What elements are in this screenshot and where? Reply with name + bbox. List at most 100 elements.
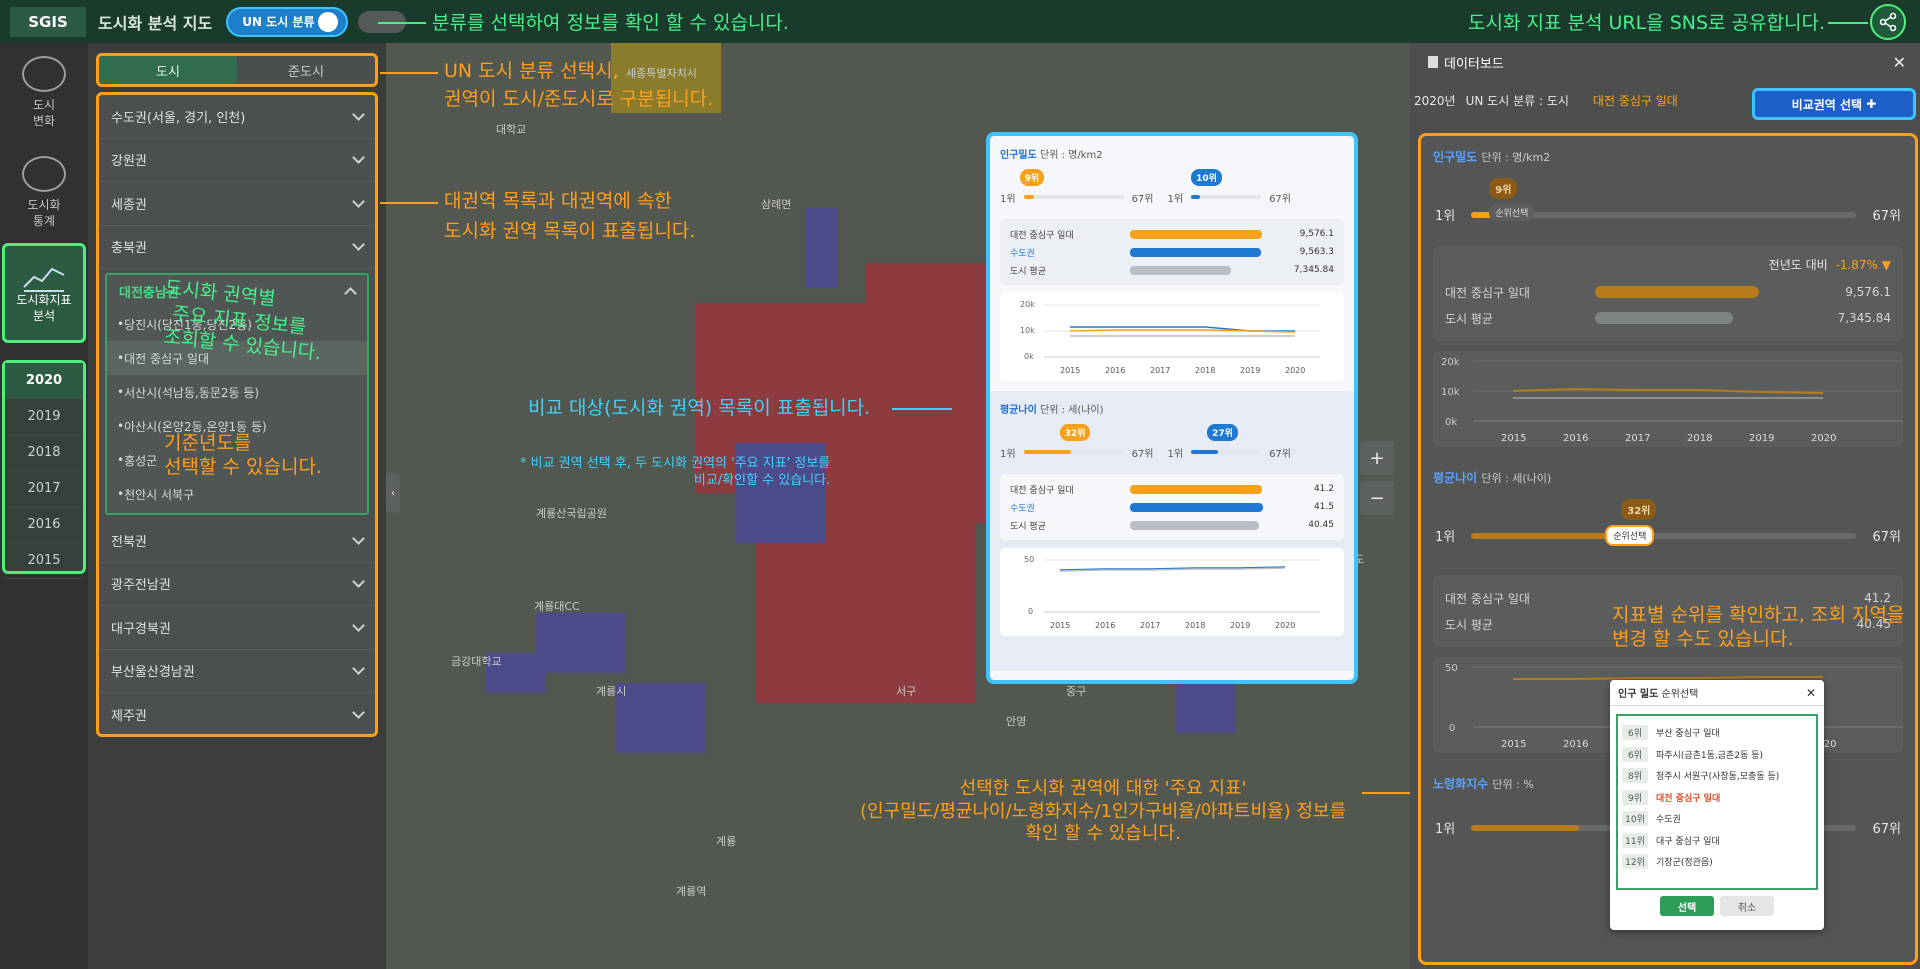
nav-label: 도시화지표 <box>16 293 72 308</box>
sub-region-item[interactable]: • 천안시 서북구 <box>107 477 367 511</box>
year-option[interactable]: 2016 <box>5 507 83 543</box>
rank-list-item[interactable]: 10위 수도권 <box>1622 808 1812 830</box>
arrow-line <box>378 22 426 24</box>
year-option[interactable]: 2018 <box>5 435 83 471</box>
popup-header: 인구 밀도 순위선택 ✕ <box>1610 680 1824 706</box>
app-title: 도시화 분석 지도 <box>98 13 213 33</box>
rank-min: 1위 <box>1167 193 1184 205</box>
row-name: 도시 평균 <box>1010 521 1046 532</box>
region-item[interactable]: 수도권(서울, 경기, 인천) <box>99 95 375 139</box>
region-item[interactable]: 광주전남권 <box>99 563 375 606</box>
compare-region-button[interactable]: 비교권역 선택 ✚ <box>1752 88 1916 120</box>
rank-slider[interactable]: 32위 순위선택 <box>1471 498 1857 546</box>
share-button[interactable] <box>1870 4 1906 40</box>
annotation-regions-1: 대권역 목록과 대권역에 속한 <box>444 190 672 212</box>
region-item[interactable]: 세종권 <box>99 182 375 226</box>
region-item[interactable]: 전북권 <box>99 519 375 563</box>
region-label: 대구경북권 <box>111 621 171 637</box>
year-option[interactable]: 2020 <box>5 363 83 399</box>
row-bar <box>1130 502 1263 512</box>
nav-urban-index-analysis[interactable]: 도시화지표 분석 <box>2 243 86 343</box>
annotation-line: * 비교 권역 선택 후, 두 도시화 권역의 '주요 지표' 정보를 <box>520 456 831 471</box>
un-classification-toggle[interactable]: UN 도시 분류 <box>226 6 349 37</box>
region-item[interactable]: 제주권 <box>99 693 375 734</box>
arrow-line <box>1828 22 1868 24</box>
close-icon[interactable]: ✕ <box>1893 53 1906 72</box>
nav-city-change[interactable]: 도시 변화 <box>0 43 88 143</box>
indicator-name: 인구밀도 <box>1433 150 1478 164</box>
y-tick: 20k <box>1441 357 1460 368</box>
region-label: 강원권 <box>111 154 147 170</box>
rank-number: 6위 <box>1622 746 1648 762</box>
sgis-logo[interactable]: SGIS <box>10 6 86 37</box>
y-tick: 0k <box>1024 352 1034 361</box>
year-option[interactable]: 2017 <box>5 471 83 507</box>
rank-badge: 10위 <box>1191 169 1222 186</box>
region-item[interactable]: 충북권 <box>99 226 375 269</box>
rank-list-item[interactable]: 11위 대구 중심구 일대 <box>1622 830 1812 852</box>
rank-max: 67위 <box>1872 209 1901 224</box>
rank-list-item[interactable]: 6위 부산 중심구 일대 <box>1622 722 1812 744</box>
region-label: 전북권 <box>111 534 147 550</box>
year-option[interactable]: 2019 <box>5 399 83 435</box>
rank-region: 대구 중심구 일대 <box>1656 836 1720 847</box>
row-bar <box>1130 484 1262 494</box>
rank-select-button[interactable]: 순위선택 <box>1605 524 1655 546</box>
row-name: 대전 중심구 일대 <box>1445 591 1530 606</box>
rank-list-item[interactable]: 8위 청주시 서원구(사창동,모충동 등) <box>1622 765 1812 787</box>
un-toggle-label: UN 도시 분류 <box>242 15 315 29</box>
x-tick: 2015 <box>1501 433 1526 444</box>
rank-slider[interactable]: 10위 <box>1191 169 1262 199</box>
row-value: 41.5 <box>1313 502 1334 512</box>
rank-list-item-current[interactable]: 9위 대전 중심구 일대 <box>1622 787 1812 809</box>
arrow-line <box>380 202 438 204</box>
region-item[interactable]: 부산울산경남권 <box>99 650 375 693</box>
compare-region-popup: 인구밀도 단위 : 명/km2 1위 9위 67위 1위 10위 67위 대전 … <box>986 132 1358 684</box>
data-board-header: 데이터보드 <box>1410 43 1920 81</box>
rank-slider[interactable]: 32위 <box>1023 424 1124 454</box>
region-item[interactable]: 강원권 <box>99 139 375 182</box>
row-name: 대전 중심구 일대 <box>1445 285 1530 300</box>
region-label: 제주권 <box>111 708 147 724</box>
compare-row: 도시 평균 40.45 <box>1010 516 1334 534</box>
region-item[interactable]: 대구경북권 <box>99 606 375 650</box>
collapse-panel-button[interactable]: ‹ <box>386 473 400 513</box>
zoom-out-button[interactable]: − <box>1360 481 1394 515</box>
y-tick: 0k <box>1445 417 1457 428</box>
x-tick: 2019 <box>1749 433 1774 444</box>
rank-slider[interactable]: 9위 순위선택 <box>1471 177 1857 221</box>
compare-density-section: 인구밀도 단위 : 명/km2 1위 9위 67위 1위 10위 67위 대전 … <box>990 136 1354 381</box>
chevron-down-icon <box>352 238 365 252</box>
x-tick: 2020 <box>1275 621 1295 630</box>
region-type-tabs: 도시 준도시 <box>96 53 378 87</box>
chevron-down-icon <box>352 705 365 719</box>
rank-slider[interactable]: 27위 <box>1191 424 1262 454</box>
row-value: 41.2 <box>1864 591 1891 605</box>
zoom-in-button[interactable]: + <box>1360 441 1394 475</box>
map-region-block <box>806 208 838 288</box>
cancel-button[interactable]: 취소 <box>1720 896 1774 916</box>
row-value: 9,576.1 <box>1299 229 1334 239</box>
y-tick: 20k <box>1020 300 1035 309</box>
year-option[interactable]: 2015 <box>5 543 83 579</box>
yoy-label: 전년도 대비 <box>1768 258 1828 272</box>
chevron-down-icon <box>352 662 365 676</box>
indicator-name: 평균나이 <box>1000 405 1037 416</box>
tab-semi-city[interactable]: 준도시 <box>237 56 375 84</box>
rank-badge: 9위 <box>1019 169 1045 186</box>
rank-list-item[interactable]: 12위 기장군(정관읍) <box>1622 851 1812 873</box>
rank-min: 1위 <box>1000 448 1016 460</box>
series-region <box>1513 676 1823 680</box>
rank-slider[interactable]: 9위 <box>1019 169 1124 199</box>
sub-region-item[interactable]: • 서산시(석남동,동문2동 등) <box>107 375 367 409</box>
select-button[interactable]: 선택 <box>1660 896 1714 916</box>
tab-city[interactable]: 도시 <box>99 56 237 84</box>
x-tick: 2016 <box>1105 366 1125 375</box>
rank-region: 수도권 <box>1656 815 1681 826</box>
rank-select-button[interactable]: 순위선택 <box>1489 203 1535 221</box>
indicator-row: 도시 평균 7,345.84 <box>1445 305 1891 331</box>
board-year: 2020년 <box>1414 93 1456 108</box>
rank-list-item[interactable]: 6위 파주시(금촌1동,금촌2동 등) <box>1622 744 1812 766</box>
nav-city-stats[interactable]: 도시화 통계 <box>0 143 88 243</box>
close-icon[interactable]: ✕ <box>1806 686 1816 700</box>
